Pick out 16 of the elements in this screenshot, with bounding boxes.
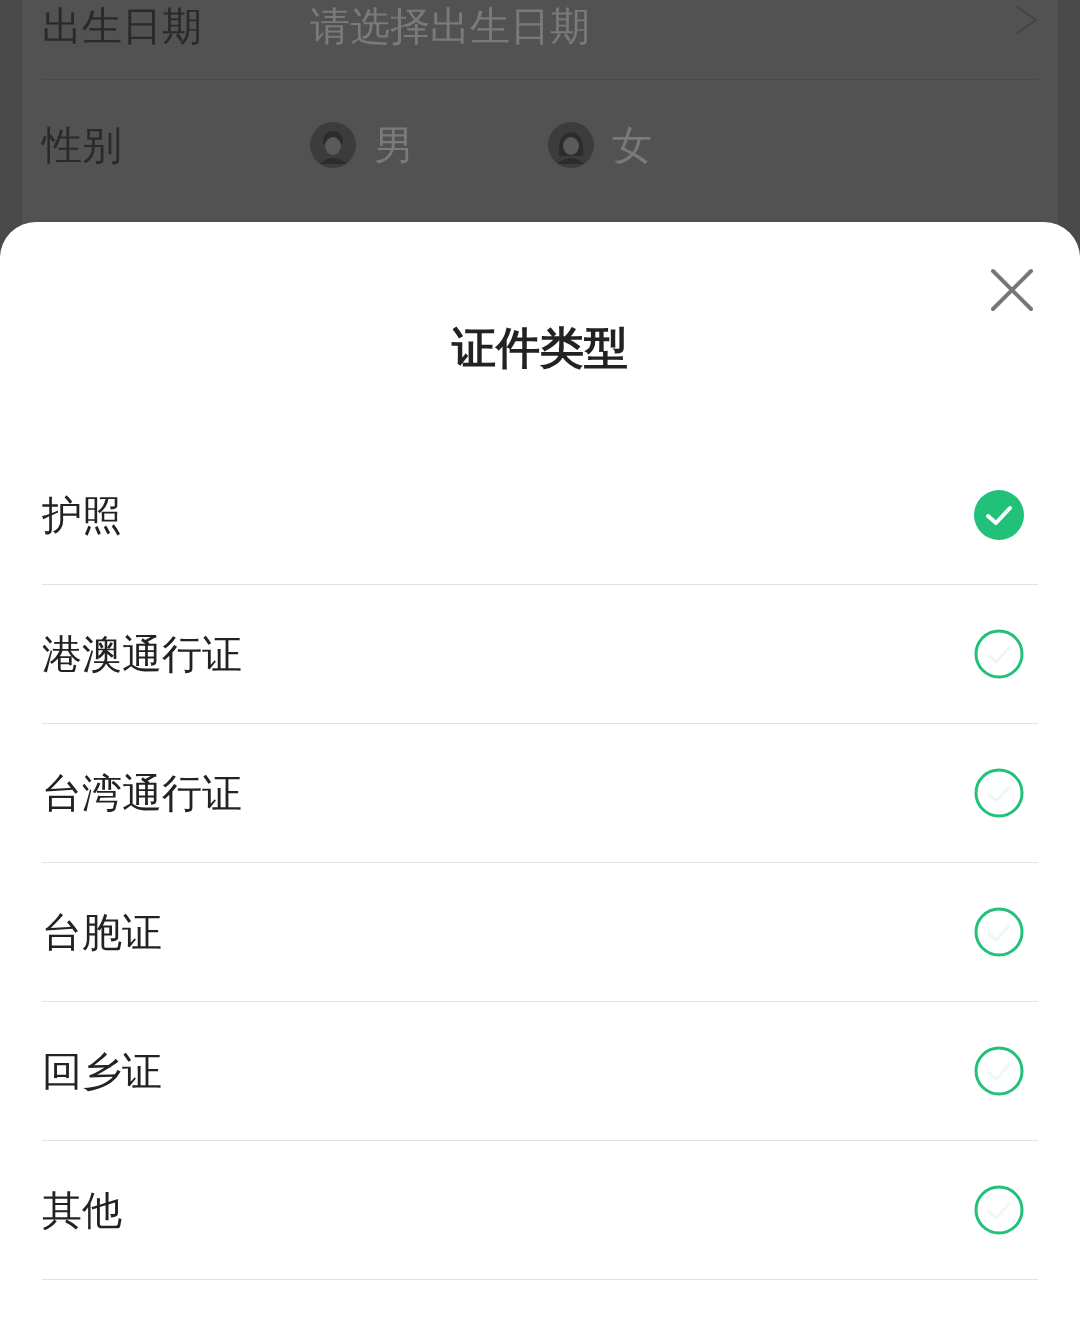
- radio-circle-icon[interactable]: [974, 1185, 1024, 1235]
- radio-circle-icon[interactable]: [974, 629, 1024, 679]
- option-label[interactable]: 回乡证: [42, 1041, 162, 1101]
- radio-circle-icon[interactable]: [974, 1046, 1024, 1096]
- option-label[interactable]: 港澳通行证: [42, 624, 242, 684]
- man-avatar-icon: [310, 122, 356, 168]
- option-label[interactable]: 台胞证: [42, 902, 162, 962]
- radio-circle-icon[interactable]: [974, 907, 1024, 957]
- close-icon[interactable]: [990, 268, 1034, 312]
- option-label[interactable]: 台湾通行证: [42, 763, 242, 823]
- sheet-title: 证件类型: [450, 326, 629, 370]
- woman-avatar-icon: [548, 122, 594, 168]
- option-label[interactable]: 其他: [42, 1180, 122, 1240]
- option-label[interactable]: 护照: [42, 485, 122, 545]
- radio-circle-icon[interactable]: [974, 768, 1024, 818]
- checked-circle-icon[interactable]: [974, 490, 1024, 540]
